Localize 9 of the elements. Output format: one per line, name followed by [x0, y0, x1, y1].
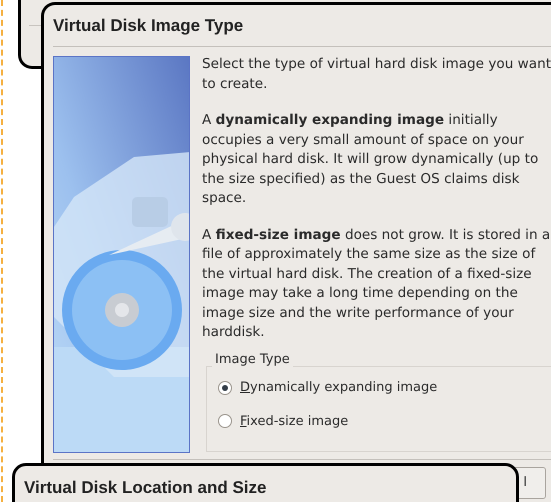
description-text: A fixed-size image does not grow. It is stored in a file of approximately the same size as the size of the virtual hard disk. The creation of a fixed-size image may take a long time depending on the image size and the write performance of your harddisk.	[202, 226, 551, 342]
radio-button[interactable]	[218, 380, 232, 395]
description-text: Select the type of virtual hard disk image you want to create.	[202, 55, 551, 94]
description-text: A dynamically expanding image initially occupies a very small amount of space on your physical hard disk. It will grow dynamically (up to the size specified) as the Guest OS claims disk space.	[202, 111, 540, 208]
radio-button[interactable]	[218, 414, 232, 428]
radio-label[interactable]: Fixed-size image	[240, 412, 348, 431]
radio-label[interactable]: Dynamically expanding image	[240, 378, 438, 398]
dialog-title: Virtual Disk Location and Size	[24, 477, 266, 499]
dialog-title: Virtual Disk Image Type	[53, 15, 244, 37]
